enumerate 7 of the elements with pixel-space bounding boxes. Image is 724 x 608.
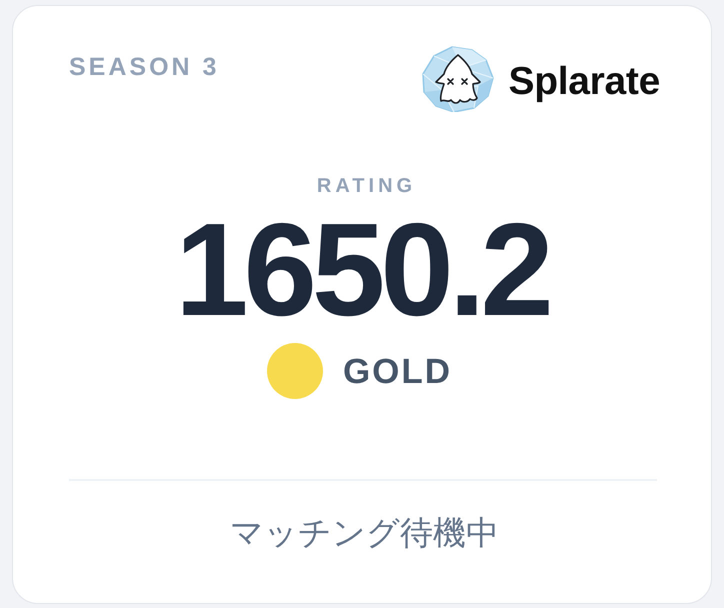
rating-value: 1650.2 <box>175 204 550 336</box>
season-label: SEASON 3 <box>69 55 220 80</box>
brand-name: Splarate <box>508 58 660 100</box>
status-text: マッチング待機中 <box>230 514 499 551</box>
rank-name: GOLD <box>342 354 452 388</box>
crystal-ghost-logo-icon <box>422 46 494 112</box>
rating-label: RATING <box>316 176 416 196</box>
